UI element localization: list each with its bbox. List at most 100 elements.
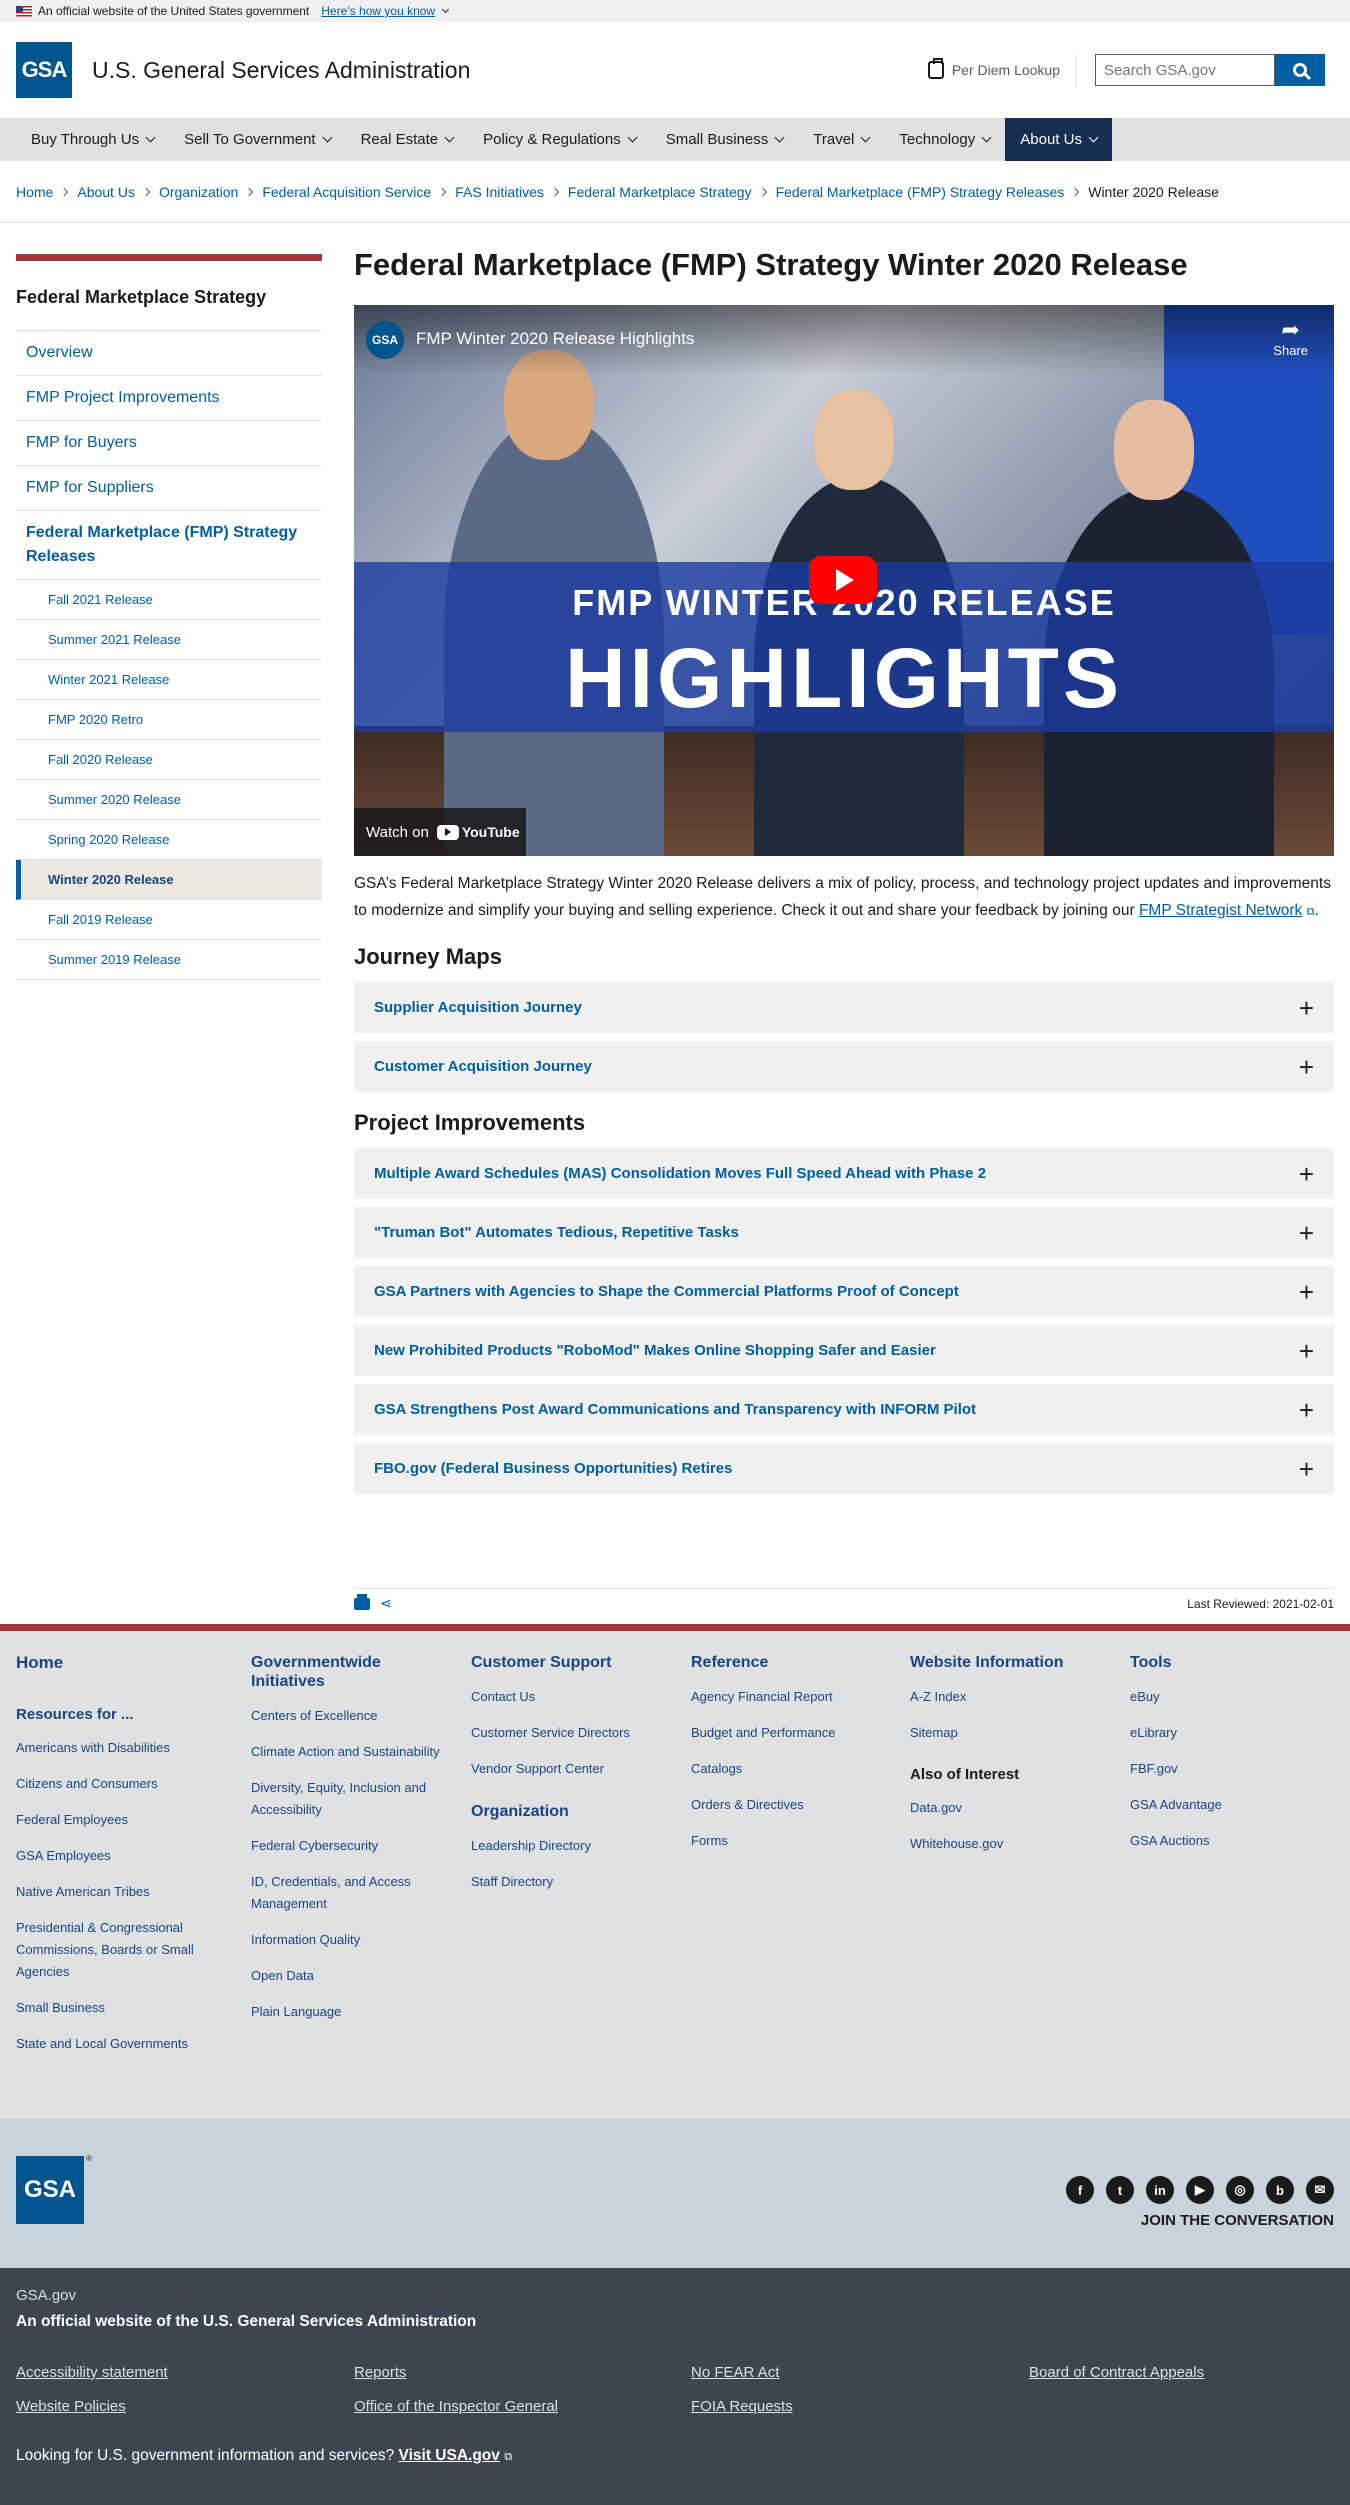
breadcrumb-fmp-releases[interactable]: Federal Marketplace (FMP) Strategy Relea…: [776, 184, 1065, 200]
facebook-icon[interactable]: f: [1066, 2176, 1094, 2204]
sidenav-item-suppliers[interactable]: FMP for Suppliers: [16, 466, 322, 511]
sidenav-item-overview[interactable]: Overview: [16, 331, 322, 376]
nav-policy-regulations[interactable]: Policy & Regulations: [468, 118, 651, 161]
website-policies-link[interactable]: Website Policies: [16, 2398, 126, 2415]
share-icon[interactable]: ⋖: [380, 1595, 392, 1612]
visit-usa-gov-link[interactable]: Visit USA.gov: [399, 2447, 500, 2464]
fmp-strategist-network-link[interactable]: FMP Strategist Network: [1139, 902, 1302, 919]
footer-link[interactable]: Citizens and Consumers: [16, 1773, 216, 1795]
accordion-customer-journey[interactable]: Customer Acquisition Journey +: [354, 1041, 1334, 1092]
footer-support-heading[interactable]: Customer Support: [471, 1653, 671, 1672]
accordion-robomod[interactable]: New Prohibited Products "RoboMod" Makes …: [354, 1325, 1334, 1376]
footer-home-link[interactable]: Home: [16, 1653, 216, 1672]
footer-gsa-logo[interactable]: GSA: [16, 2156, 84, 2224]
search-button[interactable]: [1275, 54, 1325, 86]
footer-link[interactable]: Climate Action and Sustainability: [251, 1741, 441, 1763]
footer-link[interactable]: Open Data: [251, 1965, 441, 1987]
footer-link[interactable]: Forms: [691, 1830, 891, 1852]
accordion-fbo-retires[interactable]: FBO.gov (Federal Business Opportunities)…: [354, 1443, 1334, 1494]
sidenav-sub-summer-2020[interactable]: Summer 2020 Release: [16, 780, 322, 820]
video-title[interactable]: FMP Winter 2020 Release Highlights: [416, 329, 694, 349]
search-input[interactable]: [1095, 54, 1275, 86]
footer-link[interactable]: Data.gov: [910, 1797, 1110, 1819]
footer-link[interactable]: Catalogs: [691, 1758, 891, 1780]
footer-link[interactable]: GSA Auctions: [1130, 1830, 1330, 1852]
gsa-logo[interactable]: GSA: [16, 42, 72, 98]
footer-link[interactable]: Federal Cybersecurity: [251, 1835, 441, 1857]
sidenav-sub-fmp-2020-retro[interactable]: FMP 2020 Retro: [16, 700, 322, 740]
footer-link[interactable]: eBuy: [1130, 1686, 1330, 1708]
accordion-inform-pilot[interactable]: GSA Strengthens Post Award Communication…: [354, 1384, 1334, 1435]
footer-link[interactable]: Sitemap: [910, 1722, 1110, 1744]
footer-link[interactable]: Centers of Excellence: [251, 1705, 441, 1727]
sidenav-item-buyers[interactable]: FMP for Buyers: [16, 421, 322, 466]
nav-travel[interactable]: Travel: [798, 118, 884, 161]
footer-link[interactable]: Leadership Directory: [471, 1835, 671, 1857]
sidenav-sub-summer-2019[interactable]: Summer 2019 Release: [16, 940, 322, 980]
board-of-contract-appeals-link[interactable]: Board of Contract Appeals: [1029, 2364, 1204, 2381]
watch-on-youtube-button[interactable]: Watch on YouTube: [354, 808, 526, 856]
sidenav-sub-winter-2020[interactable]: Winter 2020 Release: [16, 860, 322, 900]
nav-sell-to-government[interactable]: Sell To Government: [169, 118, 345, 161]
email-icon[interactable]: ✉: [1306, 2176, 1334, 2204]
reports-link[interactable]: Reports: [354, 2364, 407, 2381]
agency-name[interactable]: U.S. General Services Administration: [92, 57, 470, 84]
breadcrumb-organization[interactable]: Organization: [159, 184, 238, 200]
breadcrumb-fms[interactable]: Federal Marketplace Strategy: [568, 184, 752, 200]
video-channel-logo[interactable]: GSA: [366, 321, 404, 359]
instagram-icon[interactable]: ◎: [1226, 2176, 1254, 2204]
footer-website-heading[interactable]: Website Information: [910, 1653, 1110, 1672]
footer-link[interactable]: Plain Language: [251, 2001, 441, 2023]
footer-link[interactable]: GSA Employees: [16, 1845, 216, 1867]
footer-organization-heading[interactable]: Organization: [471, 1802, 671, 1821]
footer-link[interactable]: Customer Service Directors: [471, 1722, 671, 1744]
accessibility-statement-link[interactable]: Accessibility statement: [16, 2364, 168, 2381]
breadcrumb-home[interactable]: Home: [16, 184, 53, 200]
nav-technology[interactable]: Technology: [884, 118, 1005, 161]
nav-small-business[interactable]: Small Business: [651, 118, 799, 161]
breadcrumb-about-us[interactable]: About Us: [77, 184, 135, 200]
footer-link[interactable]: ID, Credentials, and Access Management: [251, 1871, 441, 1915]
breadcrumb-fas[interactable]: Federal Acquisition Service: [262, 184, 431, 200]
nav-buy-through-us[interactable]: Buy Through Us: [16, 118, 169, 161]
accordion-commercial-platforms[interactable]: GSA Partners with Agencies to Shape the …: [354, 1266, 1334, 1317]
footer-link[interactable]: FBF.gov: [1130, 1758, 1330, 1780]
footer-link[interactable]: State and Local Governments: [16, 2033, 216, 2055]
twitter-icon[interactable]: t: [1106, 2176, 1134, 2204]
sidenav-sub-fall-2020[interactable]: Fall 2020 Release: [16, 740, 322, 780]
footer-link[interactable]: Whitehouse.gov: [910, 1833, 1110, 1855]
footer-link[interactable]: Small Business: [16, 1997, 216, 2019]
sidenav-item-releases[interactable]: Federal Marketplace (FMP) Strategy Relea…: [16, 511, 322, 580]
footer-link[interactable]: Native American Tribes: [16, 1881, 216, 1903]
print-icon[interactable]: [354, 1593, 370, 1610]
accordion-mas-consolidation[interactable]: Multiple Award Schedules (MAS) Consolida…: [354, 1148, 1334, 1199]
sidenav-sub-fall-2019[interactable]: Fall 2019 Release: [16, 900, 322, 940]
breadcrumb-fas-initiatives[interactable]: FAS Initiatives: [455, 184, 544, 200]
sidenav-item-project-improvements[interactable]: FMP Project Improvements: [16, 376, 322, 421]
footer-link[interactable]: Staff Directory: [471, 1871, 671, 1893]
footer-reference-heading[interactable]: Reference: [691, 1653, 891, 1672]
footer-link[interactable]: Federal Employees: [16, 1809, 216, 1831]
foia-requests-link[interactable]: FOIA Requests: [691, 2398, 793, 2415]
footer-tools-heading[interactable]: Tools: [1130, 1653, 1330, 1672]
sidenav-sub-fall-2021[interactable]: Fall 2021 Release: [16, 580, 322, 620]
nav-real-estate[interactable]: Real Estate: [346, 118, 469, 161]
footer-link[interactable]: A-Z Index: [910, 1686, 1110, 1708]
footer-link[interactable]: Agency Financial Report: [691, 1686, 891, 1708]
footer-link[interactable]: Americans with Disabilities: [16, 1737, 216, 1759]
video-player[interactable]: FMP WINTER 2020 RELEASE HIGHLIGHTS GSA F…: [354, 305, 1334, 856]
footer-link[interactable]: eLibrary: [1130, 1722, 1330, 1744]
footer-link[interactable]: Vendor Support Center: [471, 1758, 671, 1780]
heres-how-you-know-link[interactable]: Here’s how you know: [321, 4, 435, 18]
accordion-supplier-journey[interactable]: Supplier Acquisition Journey +: [354, 982, 1334, 1033]
video-share-button[interactable]: ➦ Share: [1273, 317, 1308, 358]
footer-link[interactable]: Diversity, Equity, Inclusion and Accessi…: [251, 1777, 441, 1821]
sidenav-sub-winter-2021[interactable]: Winter 2021 Release: [16, 660, 322, 700]
youtube-icon[interactable]: ▶: [1186, 2176, 1214, 2204]
sidenav-sub-summer-2021[interactable]: Summer 2021 Release: [16, 620, 322, 660]
accordion-truman-bot[interactable]: "Truman Bot" Automates Tedious, Repetiti…: [354, 1207, 1334, 1258]
linkedin-icon[interactable]: in: [1146, 2176, 1174, 2204]
footer-link[interactable]: Budget and Performance: [691, 1722, 891, 1744]
footer-governmentwide-heading[interactable]: Governmentwide Initiatives: [251, 1653, 441, 1691]
footer-link[interactable]: GSA Advantage: [1130, 1794, 1330, 1816]
